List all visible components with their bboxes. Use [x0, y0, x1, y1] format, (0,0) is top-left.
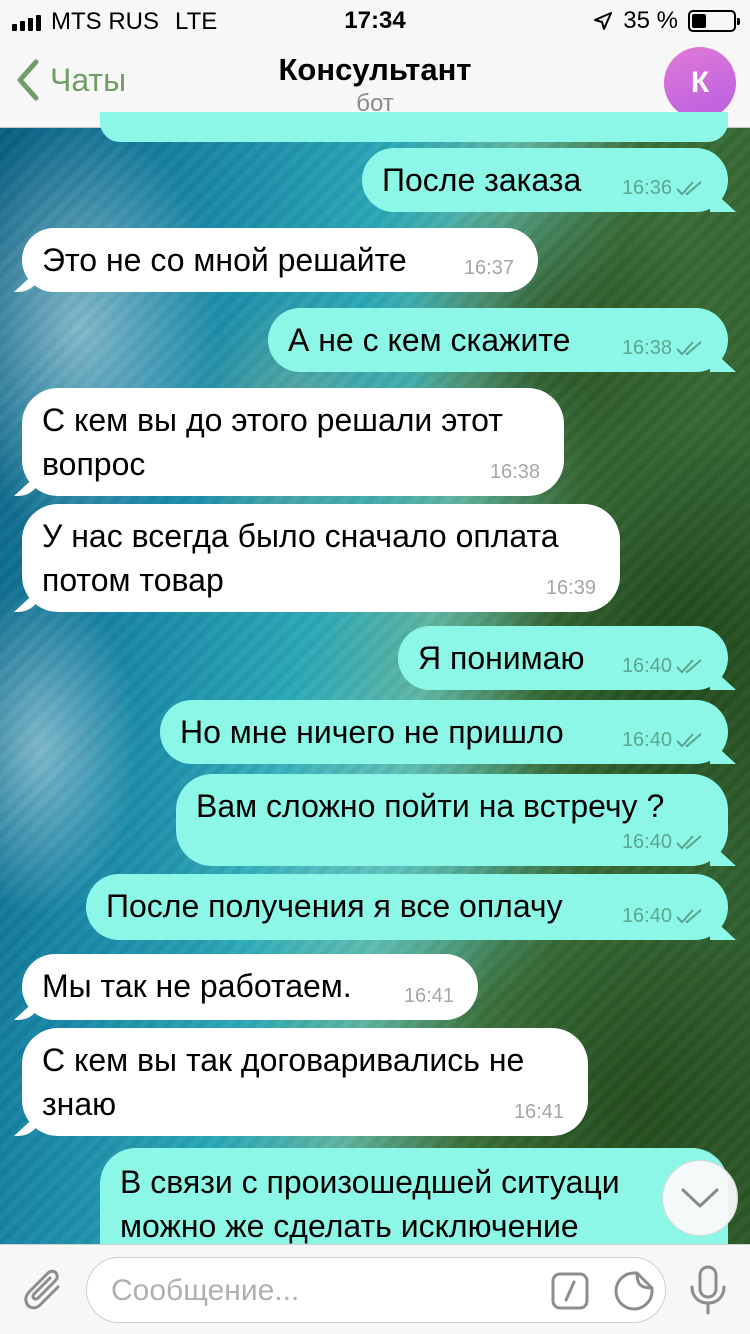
message-bubble-incoming[interactable]: Мы так не работаем. 16:41	[22, 954, 478, 1020]
read-checkmarks-icon	[676, 659, 702, 674]
sticker-icon[interactable]	[613, 1270, 655, 1312]
message-text: У нас всегда было сначало оплата потом т…	[42, 518, 559, 598]
message-text: После заказа	[382, 162, 582, 198]
message-text: С кем вы так договаривались не знаю	[42, 1042, 525, 1122]
message-text: Вам сложно пойти на встречу ?	[196, 788, 665, 824]
message-text: В связи с произошедшей ситуаци можно же …	[120, 1164, 620, 1244]
message-bubble-partial	[100, 112, 728, 142]
scroll-to-bottom-button[interactable]	[662, 1160, 738, 1236]
message-bubble-outgoing[interactable]: Вам сложно пойти на встречу ? 16:40	[176, 774, 728, 866]
message-bubble-outgoing[interactable]: Но мне ничего не пришло 16:40	[160, 700, 728, 764]
message-bubble-outgoing[interactable]: После заказа 16:36	[362, 148, 728, 212]
message-text: А не с кем скажите	[288, 322, 571, 358]
bot-commands-icon[interactable]	[551, 1272, 589, 1310]
read-checkmarks-icon	[676, 733, 702, 748]
location-arrow-icon	[594, 12, 613, 30]
message-time: 16:40	[621, 831, 672, 853]
read-checkmarks-icon	[676, 341, 702, 356]
message-time: 16:39	[545, 577, 596, 599]
message-text: Я понимаю	[418, 640, 585, 676]
message-field[interactable]	[86, 1257, 666, 1323]
message-text: Это не со мной решайте	[42, 242, 407, 278]
paperclip-icon[interactable]	[22, 1265, 66, 1315]
read-checkmarks-icon	[676, 181, 702, 196]
message-bubble-outgoing[interactable]: После получения я все оплачу 16:40	[86, 874, 728, 940]
microphone-icon[interactable]	[688, 1265, 728, 1317]
message-composer	[0, 1244, 750, 1334]
message-text: После получения я все оплачу	[106, 888, 563, 924]
message-bubble-incoming[interactable]: С кем вы до этого решали этот вопрос 16:…	[22, 388, 564, 496]
message-text: С кем вы до этого решали этот вопрос	[42, 402, 503, 482]
chevron-down-icon	[681, 1188, 719, 1208]
message-input[interactable]	[111, 1272, 541, 1310]
read-checkmarks-icon	[676, 909, 702, 924]
battery-icon	[688, 10, 740, 32]
message-time: 16:40	[621, 729, 672, 751]
message-bubble-incoming[interactable]: Это не со мной решайте 16:37	[22, 228, 538, 292]
message-bubble-outgoing[interactable]: Я понимаю 16:40	[398, 626, 728, 690]
message-time: 16:36	[621, 177, 672, 199]
message-bubble-outgoing[interactable]: А не с кем скажите 16:38	[268, 308, 728, 372]
message-bubble-incoming[interactable]: У нас всегда было сначало оплата потом т…	[22, 504, 620, 612]
avatar[interactable]: К	[664, 47, 736, 119]
message-time: 16:40	[621, 655, 672, 677]
message-bubble-incoming[interactable]: С кем вы так договаривались не знаю 16:4…	[22, 1028, 588, 1136]
chat-title: Консультант	[278, 52, 472, 87]
message-time: 16:41	[403, 985, 454, 1007]
status-bar: MTS RUS LTE 17:34 35 %	[0, 0, 750, 40]
message-time: 16:40	[621, 905, 672, 927]
message-time: 16:38	[621, 337, 672, 359]
message-time: 16:38	[489, 461, 540, 483]
battery-percent: 35 %	[623, 7, 678, 34]
message-time: 16:37	[463, 257, 514, 279]
message-time: 16:41	[513, 1101, 564, 1123]
message-text: Но мне ничего не пришло	[180, 714, 564, 750]
chat-title-block[interactable]: Консультант бот	[0, 52, 750, 118]
read-checkmarks-icon	[676, 835, 702, 850]
message-text: Мы так не работаем.	[42, 968, 352, 1004]
